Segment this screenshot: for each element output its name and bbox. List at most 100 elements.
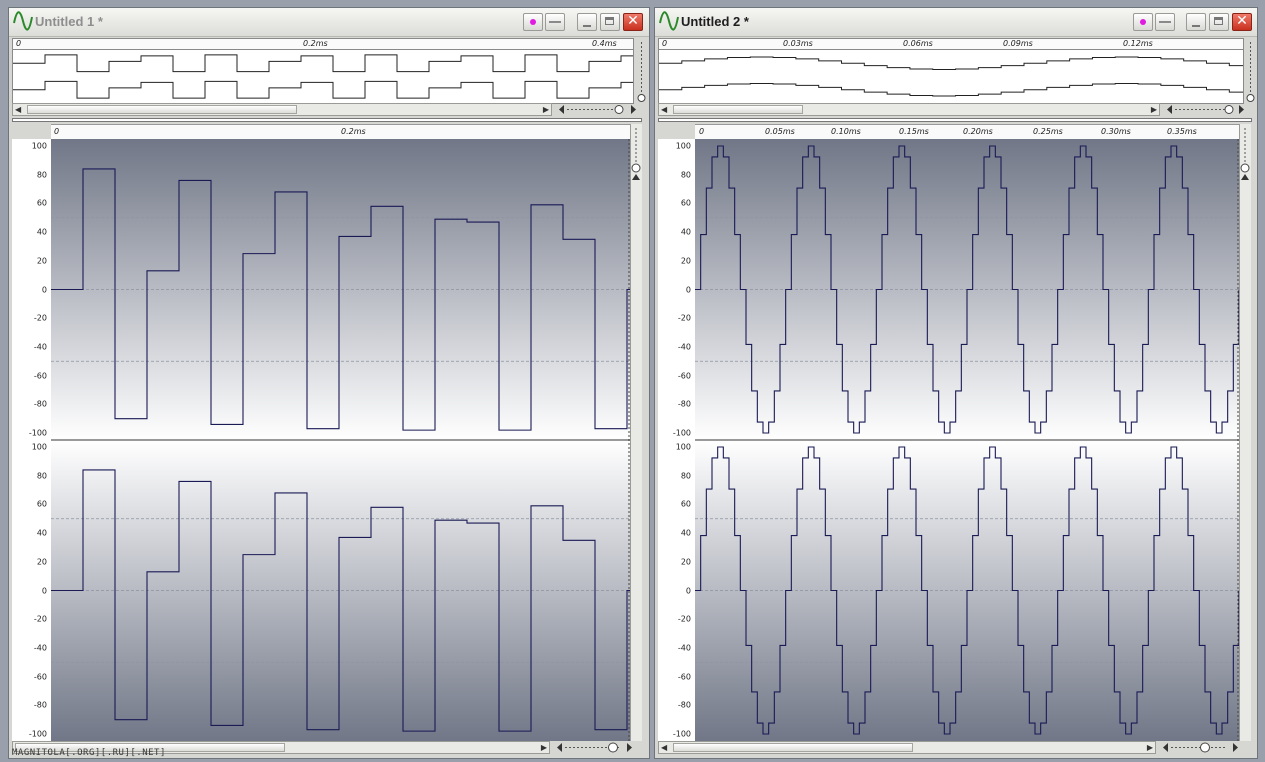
amplitude-label: 80 <box>680 471 691 481</box>
main-scrollbar[interactable]: ◀ ▶ <box>658 741 1156 754</box>
title-bar[interactable]: Untitled 2 * ✕ <box>655 8 1257 37</box>
overview-ruler: 0 0.03ms 0.06ms 0.09ms 0.12ms <box>659 39 1243 50</box>
window-untitled-1[interactable]: Untitled 1 * ✕ 0 0.2ms 0.4ms ◀ ▶ 0 0.2ms… <box>8 7 650 759</box>
horizontal-zoom-slider[interactable] <box>1165 103 1249 116</box>
amplitude-label: 100 <box>675 442 691 452</box>
scroll-thumb[interactable] <box>27 105 297 114</box>
title-bar[interactable]: Untitled 1 * ✕ <box>9 8 649 37</box>
overview-panel[interactable]: 0 0.03ms 0.06ms 0.09ms 0.12ms <box>658 38 1244 104</box>
overview-channel-2 <box>13 80 633 99</box>
minimize-button[interactable] <box>577 13 597 31</box>
amplitude-label: 40 <box>36 227 47 237</box>
vertical-zoom-icon[interactable] <box>1240 124 1251 184</box>
waveform-plot[interactable] <box>695 139 1239 741</box>
close-button[interactable]: ✕ <box>1232 13 1252 31</box>
overview-time-label: 0.4ms <box>592 39 617 48</box>
amplitude-label: -100 <box>672 428 691 438</box>
maximize-button[interactable] <box>1209 13 1229 31</box>
time-ruler: 0 0.05ms 0.10ms 0.15ms 0.20ms 0.25ms 0.3… <box>695 124 1239 140</box>
maximize-button[interactable] <box>600 13 620 31</box>
toolbar-button[interactable] <box>545 13 565 31</box>
amplitude-label: 60 <box>36 198 47 208</box>
record-button[interactable] <box>1133 13 1153 31</box>
amplitude-label: 0 <box>41 586 47 595</box>
horizontal-zoom-slider[interactable] <box>557 103 641 116</box>
amplitude-label: 100 <box>31 442 47 452</box>
amplitude-label: -80 <box>677 399 691 409</box>
amplitude-label: -80 <box>677 700 691 710</box>
overview-waveform <box>659 56 1243 97</box>
amplitude-label: -20 <box>33 313 47 323</box>
amplitude-label: 100 <box>31 141 47 151</box>
vertical-zoom-slider[interactable] <box>636 38 647 102</box>
overview-panel[interactable]: 0 0.2ms 0.4ms <box>12 38 634 104</box>
time-label: 0.35ms <box>1167 127 1197 136</box>
panel-divider[interactable] <box>658 118 1252 122</box>
time-label: 0 <box>54 127 60 136</box>
minimize-button[interactable] <box>1186 13 1206 31</box>
amplitude-label: -100 <box>28 729 47 739</box>
amplitude-axis: 100 80 60 40 20 0 -20 -40 -60 -80 -100 100 80 60 40 20 0… <box>12 139 51 741</box>
panel-divider[interactable] <box>12 118 642 122</box>
waveform-plot[interactable] <box>51 139 630 741</box>
amplitude-label: -60 <box>33 371 47 381</box>
amplitude-label: 60 <box>36 499 47 509</box>
overview-time-label: 0.06ms <box>903 39 933 48</box>
amplitude-label: -20 <box>33 614 47 624</box>
window-untitled-2[interactable]: Untitled 2 * ✕ 0 0.03ms 0.06ms 0.09ms 0.… <box>654 7 1258 759</box>
window-title: Untitled 2 * <box>681 14 749 29</box>
overview-channel-2 <box>659 83 1243 97</box>
amplitude-label: -20 <box>677 614 691 624</box>
amplitude-label: 0 <box>685 285 691 294</box>
record-button[interactable] <box>523 13 543 31</box>
time-label: 0.30ms <box>1101 127 1131 136</box>
overview-channel-1 <box>659 56 1243 70</box>
overview-scrollbar[interactable]: ◀ ▶ <box>12 103 552 116</box>
overview-time-label: 0.2ms <box>303 39 328 48</box>
time-label: 0.10ms <box>831 127 861 136</box>
overview-time-label: 0 <box>16 39 22 48</box>
time-label: 0 <box>699 127 705 136</box>
scroll-right-icon[interactable]: ▶ <box>1147 743 1153 753</box>
vertical-scrollbar[interactable] <box>1239 124 1251 741</box>
amplitude-label: -100 <box>28 428 47 438</box>
time-ruler: 0 0.2ms <box>51 124 630 140</box>
scroll-right-icon[interactable]: ▶ <box>541 743 547 753</box>
time-label: 0.15ms <box>899 127 929 136</box>
amplitude-label: 20 <box>36 256 47 266</box>
close-button[interactable]: ✕ <box>623 13 643 31</box>
horizontal-zoom-slider[interactable] <box>555 741 639 754</box>
amplitude-label: -40 <box>677 643 691 653</box>
scroll-left-icon[interactable]: ◀ <box>661 105 667 115</box>
window-title: Untitled 1 * <box>35 14 103 29</box>
scroll-thumb[interactable] <box>673 743 913 752</box>
amplitude-label: 80 <box>680 170 691 180</box>
overview-channel-1 <box>13 54 633 73</box>
amplitude-label: -40 <box>33 342 47 352</box>
amplitude-label: 40 <box>680 227 691 237</box>
amplitude-axis: 100 80 60 40 20 0 -20 -40 -60 -80 -100 100 80 60 40 20 0… <box>658 139 695 741</box>
vertical-zoom-slider[interactable] <box>1245 38 1256 102</box>
toolbar-button[interactable] <box>1155 13 1175 31</box>
amplitude-label: -40 <box>677 342 691 352</box>
scroll-right-icon[interactable]: ▶ <box>543 105 549 115</box>
scroll-left-icon[interactable]: ◀ <box>661 743 667 753</box>
amplitude-label: 40 <box>36 528 47 538</box>
amplitude-label: -20 <box>677 313 691 323</box>
scroll-right-icon[interactable]: ▶ <box>1151 105 1157 115</box>
vertical-zoom-icon[interactable] <box>631 124 642 184</box>
scroll-left-icon[interactable]: ◀ <box>15 105 21 115</box>
amplitude-label: 100 <box>675 141 691 151</box>
overview-time-label: 0.03ms <box>783 39 813 48</box>
vertical-scrollbar[interactable] <box>630 124 642 741</box>
scroll-thumb[interactable] <box>673 105 803 114</box>
amplitude-label: -80 <box>33 700 47 710</box>
waveform-icon <box>13 11 33 31</box>
horizontal-zoom-slider[interactable] <box>1161 741 1245 754</box>
amplitude-label: 60 <box>680 499 691 509</box>
amplitude-label: 0 <box>41 285 47 294</box>
amplitude-label: -60 <box>677 672 691 682</box>
overview-waveform <box>13 54 633 99</box>
time-label: 0.25ms <box>1033 127 1063 136</box>
overview-scrollbar[interactable]: ◀ ▶ <box>658 103 1160 116</box>
